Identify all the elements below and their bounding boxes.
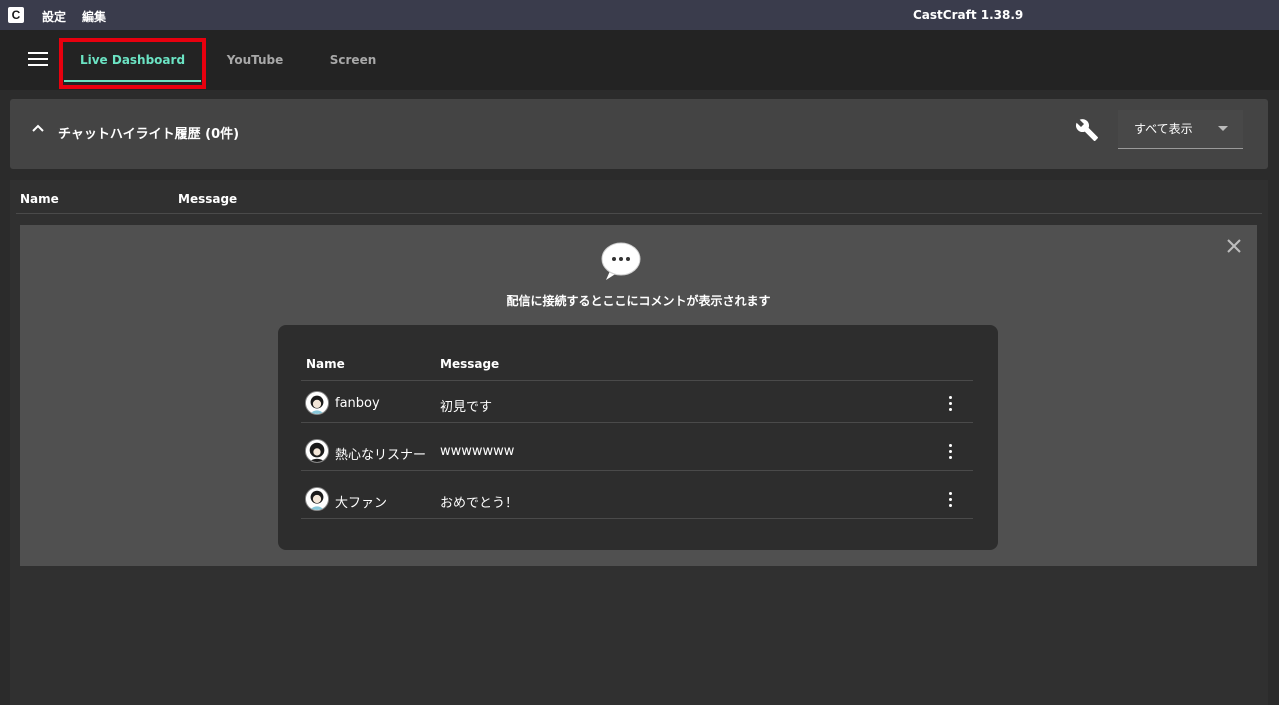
- tab-youtube[interactable]: YouTube: [210, 30, 300, 90]
- empty-state-card: 配信に接続するとここにコメントが表示されます Name Message fanb…: [20, 225, 1257, 566]
- more-vert-icon[interactable]: [946, 444, 954, 462]
- chat-highlight-history-panel: チャットハイライト履歴 (0件) すべて表示: [10, 99, 1268, 169]
- sample-column-name: Name: [306, 357, 345, 371]
- sample-column-message: Message: [440, 357, 500, 371]
- row-divider: [301, 422, 973, 423]
- chat-bubble-icon: [601, 242, 641, 280]
- history-title: チャットハイライト履歴 (0件): [58, 127, 240, 142]
- row-name: 大ファン: [335, 496, 388, 511]
- chevron-down-icon: [1218, 126, 1228, 131]
- menu-edit[interactable]: 編集: [82, 8, 106, 25]
- nav-bar: Live Dashboard YouTube Screen: [0, 30, 1279, 90]
- close-icon[interactable]: [1225, 237, 1243, 255]
- active-tab-indicator: [64, 80, 201, 82]
- avatar: [305, 391, 329, 415]
- avatar: [305, 439, 329, 463]
- sample-comment-table: Name Message fanboy 初見です 熱心なリスナー wwwwwww…: [278, 325, 998, 550]
- tab-screen[interactable]: Screen: [313, 30, 393, 90]
- more-vert-icon[interactable]: [946, 396, 954, 414]
- empty-state-message: 配信に接続するとここにコメントが表示されます: [506, 294, 771, 308]
- tab-screen-label: Screen: [329, 53, 377, 67]
- tab-youtube-label: YouTube: [226, 53, 284, 67]
- row-message: おめでとう！: [440, 496, 519, 511]
- tab-live-dashboard-label: Live Dashboard: [79, 53, 186, 67]
- row-name: 熱心なリスナー: [335, 448, 427, 463]
- wrench-icon[interactable]: [1075, 118, 1099, 142]
- row-divider: [301, 470, 973, 471]
- table-row: 熱心なリスナー wwwwwww: [301, 427, 973, 475]
- filter-select[interactable]: すべて表示: [1118, 110, 1243, 149]
- column-header-name[interactable]: Name: [20, 192, 59, 206]
- app-logo-icon: C: [8, 7, 24, 23]
- more-vert-icon[interactable]: [946, 492, 954, 510]
- row-message: wwwwwww: [440, 444, 515, 459]
- title-bar: C 設定 編集 CastCraft 1.38.9: [0, 0, 1279, 30]
- hamburger-icon[interactable]: [28, 52, 48, 68]
- table-row: 大ファン おめでとう！: [301, 475, 973, 523]
- avatar: [305, 487, 329, 511]
- filter-select-value: すべて表示: [1134, 122, 1193, 136]
- row-message: 初見です: [440, 400, 493, 415]
- tab-live-dashboard[interactable]: Live Dashboard: [64, 30, 201, 90]
- menu-settings[interactable]: 設定: [42, 8, 66, 25]
- comment-table-area: Name Message 配信に接続するとここにコメントが表示されます Name…: [10, 180, 1268, 705]
- row-divider: [301, 518, 973, 519]
- window-title: CastCraft 1.38.9: [913, 8, 1024, 22]
- column-header-message[interactable]: Message: [178, 192, 237, 206]
- chevron-up-icon[interactable]: [30, 121, 46, 137]
- row-name: fanboy: [335, 396, 380, 411]
- header-divider: [16, 213, 1262, 214]
